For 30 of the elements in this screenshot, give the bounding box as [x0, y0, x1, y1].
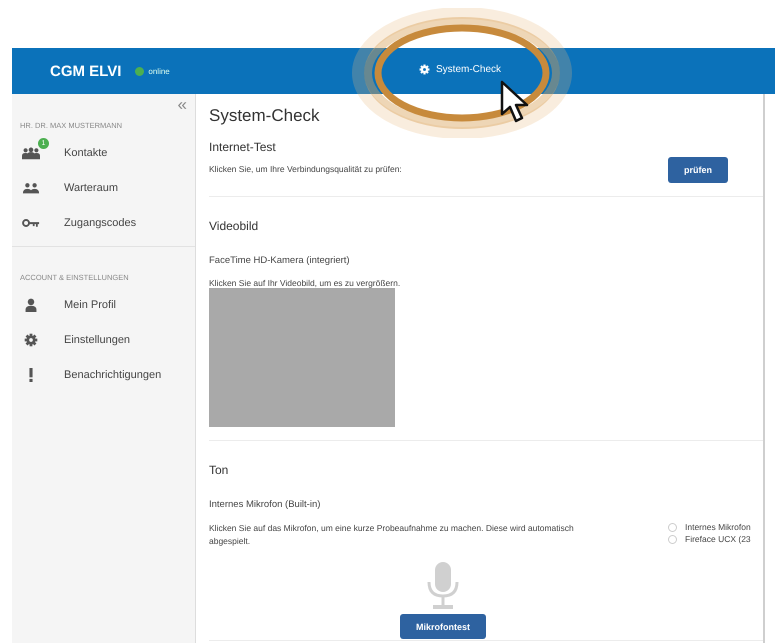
radio-button[interactable]: [668, 534, 677, 544]
people-icon: [22, 180, 40, 194]
radio-option[interactable]: Internes Mikrofon: [668, 522, 763, 532]
device-name: FaceTime HD-Kamera (integriert): [209, 255, 351, 266]
radio-option[interactable]: Fireface UCX (23: [668, 534, 763, 544]
exclamation-icon: [29, 368, 33, 382]
device-name: Internes Mikrofon (Built-in): [209, 499, 322, 510]
instruction-text: Klicken Sie auf Ihr Videobild, um es zu vergrößern.: [209, 278, 402, 288]
instruction-text: Klicken Sie, um Ihre Verbindungsqualität zu prüfen:: [209, 164, 402, 174]
page-title: System-Check: [209, 106, 321, 126]
gear-icon: [22, 332, 40, 346]
gear-icon: [419, 64, 430, 75]
microphone-test-button[interactable]: Mikrofontest: [400, 614, 486, 639]
sidebar-item[interactable]: Einstellungen: [12, 322, 195, 357]
section-heading: Videobild: [209, 219, 260, 233]
microphone-icon[interactable]: [426, 562, 460, 610]
sidebar-item[interactable]: Zugangscodes: [12, 205, 195, 240]
section-heading: Internet-Test: [209, 140, 277, 154]
instruction-text: Klicken Sie auf das Mikrofon, um eine kurze Probeaufnahme zu machen. Diese wird automatisch abgespielt.: [209, 522, 575, 548]
section-heading: Ton: [209, 463, 230, 477]
radio-button[interactable]: [668, 522, 677, 532]
check-button[interactable]: prüfen: [668, 157, 728, 183]
app-title: CGM ELVI: [50, 62, 122, 80]
sidebar-item[interactable]: Warteraum: [12, 170, 195, 205]
status-label: online: [148, 66, 170, 76]
video-preview[interactable]: [209, 288, 395, 427]
sidebar-item[interactable]: Benachrichtigungen: [12, 357, 195, 392]
sidebar-item[interactable]: Mein Profil: [12, 287, 195, 322]
system-check-link[interactable]: System-Check: [417, 62, 504, 77]
group-icon: [22, 146, 40, 160]
